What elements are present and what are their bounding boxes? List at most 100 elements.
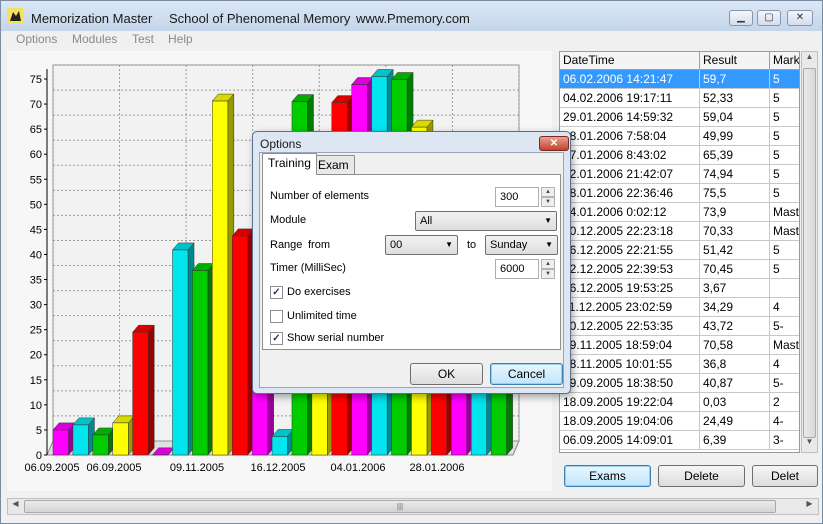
- table-row[interactable]: 27.01.2006 8:43:02 65,39 5: [560, 146, 799, 165]
- cell-mark: [770, 279, 799, 298]
- table-row[interactable]: 16.12.2005 19:53:25 3,67: [560, 279, 799, 298]
- table-row[interactable]: 09.11.2005 18:59:0470,58Maste: [560, 336, 799, 355]
- menu-options[interactable]: Options: [16, 32, 57, 46]
- tab-training[interactable]: Training: [262, 153, 317, 175]
- cell-result: 59,7: [700, 70, 770, 89]
- cell-mark: 5-: [770, 317, 799, 336]
- table-row[interactable]: 18.09.2005 19:22:04 0,03 2: [560, 393, 799, 412]
- table-row[interactable]: 08.11.2005 10:01:55 36,8 4: [560, 355, 799, 374]
- number-of-elements-spinner[interactable]: 300 ▲ ▼: [495, 187, 557, 207]
- maximize-button[interactable]: ▢: [757, 10, 781, 26]
- column-header-datetime[interactable]: DateTime: [560, 52, 700, 70]
- bar: [192, 270, 209, 456]
- cell-mark: 5: [770, 241, 799, 260]
- scroll-left-icon[interactable]: ◀: [9, 499, 22, 514]
- scroll-down-icon[interactable]: ▼: [803, 437, 816, 452]
- range-to-value: Sunday: [490, 239, 528, 251]
- scroll-up-icon[interactable]: ▲: [803, 52, 816, 67]
- show-serial-number-label[interactable]: Show serial number: [287, 332, 384, 344]
- table-row[interactable]: 18.09.2005 19:04:06 24,49 4-: [560, 412, 799, 431]
- y-tick-label: 5: [36, 425, 42, 437]
- table-row[interactable]: 29.09.2005 18:38:50 40,87 5-: [560, 374, 799, 393]
- horizontal-scroll-thumb[interactable]: |||: [24, 500, 776, 513]
- cell-mark: 3-: [770, 431, 799, 450]
- close-button[interactable]: ✕: [787, 10, 813, 26]
- range-to-select[interactable]: Sunday ▼: [485, 235, 558, 255]
- timer-spinner[interactable]: 6000 ▲ ▼: [495, 259, 557, 279]
- table-row[interactable]: 06.02.2006 14:21:47 59,7 5: [560, 70, 799, 89]
- cell-mark: Maste: [770, 222, 799, 241]
- table-row[interactable]: 06.09.2005 14:09:01 6,39 3-: [560, 431, 799, 450]
- table-row[interactable]: 10.12.2005 22:53:35 43,72 5-: [560, 317, 799, 336]
- table-row[interactable]: 28.01.2006 7:58:04 49,99 5: [560, 127, 799, 146]
- bar: [271, 436, 288, 456]
- table-row[interactable]: 29.01.2006 14:59:32 59,04 5: [560, 108, 799, 127]
- dialog-close-button[interactable]: ✕: [539, 136, 569, 151]
- spin-up-icon[interactable]: ▲: [541, 187, 555, 197]
- minimize-button[interactable]: ▁: [729, 10, 753, 26]
- table-row[interactable]: 22.12.2005 22:39:53 70,45 5: [560, 260, 799, 279]
- table-row[interactable]: 18.01.2006 22:36:46 75,5 5: [560, 184, 799, 203]
- training-panel: Number of elements 300 ▲ ▼ Module All ▼ …: [262, 174, 561, 350]
- column-header-mark[interactable]: Mark: [770, 52, 799, 70]
- cell-mark: 5-: [770, 374, 799, 393]
- y-tick-label: 10: [30, 400, 42, 412]
- do-exercises-label[interactable]: Do exercises: [287, 286, 351, 298]
- scroll-right-icon[interactable]: ▶: [803, 499, 816, 514]
- spin-up-icon[interactable]: ▲: [541, 259, 555, 269]
- column-header-result[interactable]: Result: [700, 52, 770, 70]
- delete-button[interactable]: Delete: [658, 465, 745, 487]
- cancel-button[interactable]: Cancel: [490, 363, 563, 385]
- show-serial-number-checkbox[interactable]: ✓: [270, 332, 283, 345]
- y-tick-label: 50: [30, 199, 42, 211]
- y-tick-label: 70: [30, 99, 42, 111]
- y-tick-label: 30: [30, 300, 42, 312]
- range-to-label: to: [467, 239, 477, 251]
- cell-datetime: 09.11.2005 18:59:04: [560, 336, 700, 355]
- table-row[interactable]: 22.01.2006 21:42:07 74,94 5: [560, 165, 799, 184]
- title-bar[interactable]: Memorization Master School of Phenomenal…: [1, 1, 822, 31]
- vertical-scroll-thumb[interactable]: [803, 68, 816, 438]
- range-from-select[interactable]: 00 ▼: [385, 235, 458, 255]
- cell-datetime: 04.01.2006 0:02:12: [560, 203, 700, 222]
- cell-datetime: 16.12.2005 19:53:25: [560, 279, 700, 298]
- spin-down-icon[interactable]: ▼: [541, 269, 555, 279]
- menu-test[interactable]: Test: [132, 32, 154, 46]
- cell-datetime: 06.09.2005 14:09:01: [560, 431, 700, 450]
- cell-datetime: 26.12.2005 22:21:55: [560, 241, 700, 260]
- timer-input[interactable]: 6000: [495, 259, 539, 279]
- x-tick-label: 06.09.2005: [24, 462, 79, 474]
- cell-mark: 5: [770, 89, 799, 108]
- menu-help[interactable]: Help: [168, 32, 193, 46]
- cell-mark: Maste: [770, 203, 799, 222]
- horizontal-scrollbar[interactable]: ◀ ||| ▶: [7, 498, 819, 515]
- exams-button[interactable]: Exams: [564, 465, 651, 487]
- website-url: www.Pmemory.com: [356, 11, 470, 26]
- cell-result: 24,49: [700, 412, 770, 431]
- module-select[interactable]: All ▼: [415, 211, 557, 231]
- do-exercises-checkbox[interactable]: ✓: [270, 286, 283, 299]
- tab-exam[interactable]: Exam: [312, 155, 355, 175]
- spin-down-icon[interactable]: ▼: [541, 197, 555, 207]
- menu-modules[interactable]: Modules: [72, 32, 117, 46]
- delete-all-button[interactable]: Delet: [752, 465, 818, 487]
- unlimited-time-checkbox[interactable]: [270, 310, 283, 323]
- cell-result: 70,45: [700, 260, 770, 279]
- ok-button[interactable]: OK: [410, 363, 483, 385]
- number-of-elements-label: Number of elements: [270, 190, 370, 202]
- table-row[interactable]: 04.01.2006 0:02:1273,9Maste: [560, 203, 799, 222]
- grid-vertical-scrollbar[interactable]: ▲ ▼: [801, 51, 818, 453]
- results-grid[interactable]: DateTime Result Mark 06.02.2006 14:21:47…: [559, 51, 800, 453]
- table-row[interactable]: 30.12.2005 22:23:1870,33Maste: [560, 222, 799, 241]
- number-of-elements-input[interactable]: 300: [495, 187, 539, 207]
- app-title: Memorization Master: [31, 11, 153, 26]
- table-row[interactable]: 26.12.2005 22:21:55 51,42 5: [560, 241, 799, 260]
- table-row[interactable]: 04.02.2006 19:17:11 52,33 5: [560, 89, 799, 108]
- table-row[interactable]: 11.12.2005 23:02:59 34,29 4: [560, 298, 799, 317]
- y-tick-label: 0: [36, 450, 42, 462]
- y-tick-label: 40: [30, 249, 42, 261]
- cell-result: 52,33: [700, 89, 770, 108]
- cell-datetime: 29.01.2006 14:59:32: [560, 108, 700, 127]
- unlimited-time-label[interactable]: Unlimited time: [287, 310, 357, 322]
- bar-side: [147, 324, 155, 456]
